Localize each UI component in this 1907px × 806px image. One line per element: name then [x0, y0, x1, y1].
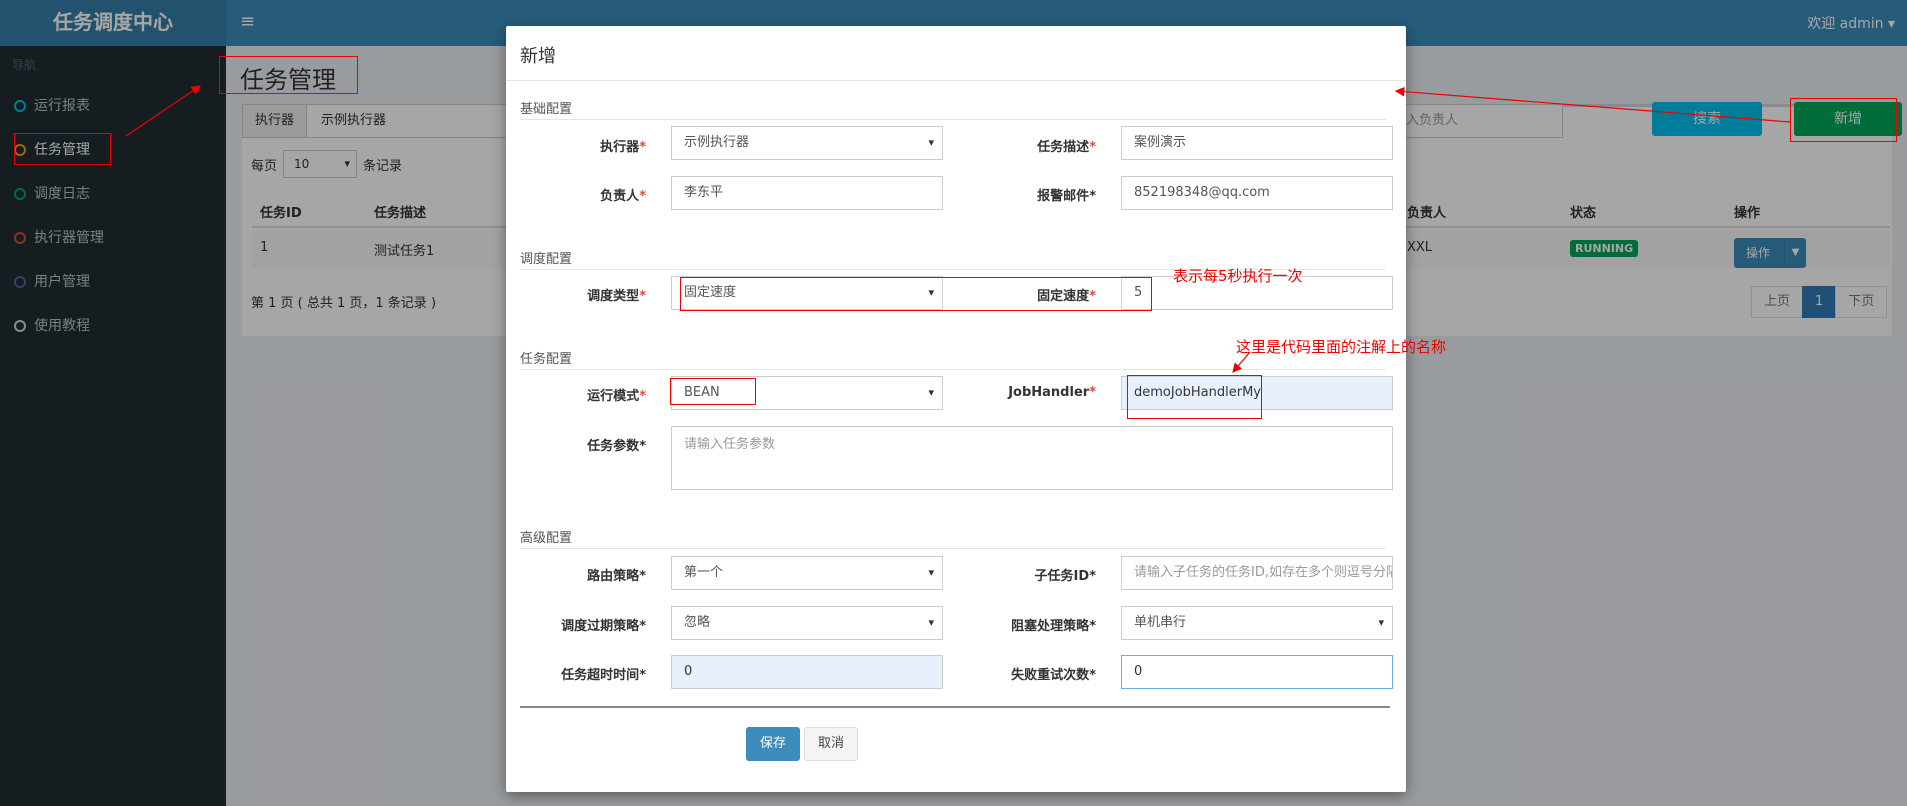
annotation-handler-note: 这里是代码里面的注解上的名称: [1236, 338, 1447, 356]
label-text: 报警邮件: [1037, 189, 1090, 204]
section-advanced: 高级配置: [520, 527, 1386, 549]
label-text: 路由策略: [587, 569, 640, 584]
label-alarm-email: 报警邮件*: [1037, 189, 1096, 204]
label-executor: 执行器*: [600, 140, 646, 155]
route-select[interactable]: 第一个: [671, 556, 943, 590]
annotation-rate-note: 表示每5秒执行一次: [1173, 267, 1303, 285]
annotation-box-title: [219, 56, 358, 94]
label-child-job: 子任务ID*: [1034, 569, 1096, 584]
label-text: 任务超时时间: [561, 668, 640, 683]
cancel-button[interactable]: 取消: [804, 727, 858, 761]
label-text: 失败重试次数: [1011, 668, 1090, 683]
divider: [520, 706, 1390, 708]
block-strategy-select[interactable]: 单机串行: [1121, 606, 1393, 640]
label-text: 执行器: [600, 140, 640, 155]
annotation-box-bean: [670, 378, 756, 405]
label-block-strategy: 阻塞处理策略*: [1011, 619, 1096, 634]
label-route: 路由策略*: [587, 569, 646, 584]
save-button[interactable]: 保存: [746, 727, 800, 761]
timeout-input[interactable]: 0: [671, 655, 943, 689]
misfire-select[interactable]: 忽略: [671, 606, 943, 640]
label-text: 运行模式: [587, 389, 640, 404]
label-text: 调度过期策略: [561, 619, 640, 634]
author-input[interactable]: 李东平: [671, 176, 943, 210]
section-basic: 基础配置: [520, 98, 1386, 120]
alarm-email-input[interactable]: 852198348@qq.com: [1121, 176, 1393, 210]
label-job-param: 任务参数*: [587, 439, 646, 454]
label-text: 负责人: [600, 189, 640, 204]
annotation-box-handler: [1127, 375, 1262, 419]
label-author: 负责人*: [600, 189, 646, 204]
job-desc-input[interactable]: 案例演示: [1121, 126, 1393, 160]
job-param-textarea[interactable]: 请输入任务参数: [671, 426, 1393, 490]
annotation-box-sidebar: [14, 133, 111, 165]
annotation-box-add: [1790, 98, 1897, 142]
modal-title: 新增: [520, 46, 556, 67]
label-text: 子任务ID: [1034, 569, 1090, 584]
label-timeout: 任务超时时间*: [561, 668, 646, 683]
label-text: 阻塞处理策略: [1011, 619, 1090, 634]
label-misfire: 调度过期策略*: [561, 619, 646, 634]
fail-retry-input[interactable]: 0: [1121, 655, 1393, 689]
label-schedule-type: 调度类型*: [587, 289, 646, 304]
label-text: 任务描述: [1037, 140, 1090, 155]
annotation-box-schedule: [680, 277, 1152, 311]
label-job-handler: JobHandler*: [1008, 385, 1096, 400]
child-job-input[interactable]: 请输入子任务的任务ID,如存在多个则逗号分隔: [1121, 556, 1393, 590]
label-job-desc: 任务描述*: [1037, 140, 1096, 155]
label-glue-type: 运行模式*: [587, 389, 646, 404]
add-job-modal: 新增 基础配置 执行器* 示例执行器 任务描述* 案例演示 负责人* 李东平 报…: [506, 26, 1406, 792]
label-text: 调度类型: [587, 289, 640, 304]
label-text: JobHandler: [1008, 385, 1090, 400]
label-text: 任务参数: [587, 439, 640, 454]
label-fail-retry: 失败重试次数*: [1011, 668, 1096, 683]
divider: [506, 80, 1406, 81]
executor-select[interactable]: 示例执行器: [671, 126, 943, 160]
